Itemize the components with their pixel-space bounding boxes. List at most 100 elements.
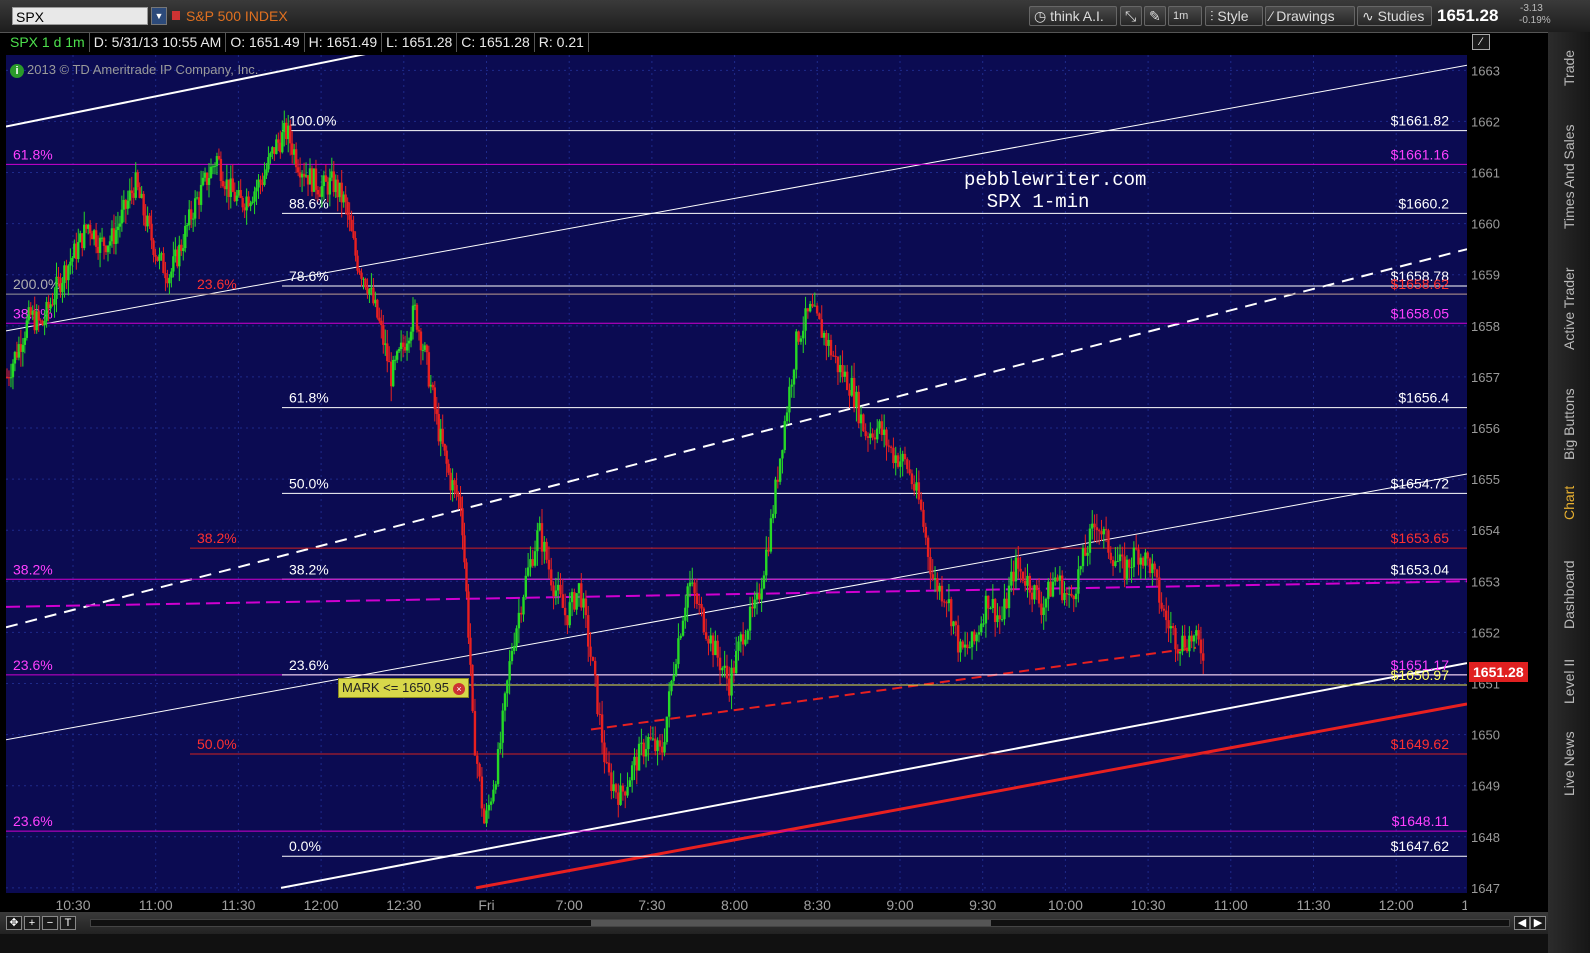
y-tick-label: 1659 xyxy=(1471,268,1500,283)
candle-body xyxy=(126,200,130,209)
zoom-out-icon[interactable]: − xyxy=(42,916,58,930)
candle-body xyxy=(21,344,25,352)
x-tick-label: 10:00 xyxy=(1048,897,1083,913)
candle-body xyxy=(943,601,946,603)
candle-body xyxy=(862,414,865,432)
candle-body xyxy=(57,276,60,279)
candle-body xyxy=(982,623,985,625)
style-label: Style xyxy=(1217,8,1249,24)
plot-background xyxy=(6,55,1467,893)
tab-active-trader[interactable]: Active Trader xyxy=(1558,254,1580,364)
x-tick-label: 9:00 xyxy=(886,897,913,913)
candle-body xyxy=(487,804,491,811)
text-tool-icon[interactable]: T xyxy=(60,916,76,930)
candle-body xyxy=(993,599,997,623)
candle-body xyxy=(871,433,874,438)
fib-price-label: $1653.04 xyxy=(1391,561,1450,577)
pan-icon[interactable]: ✥ xyxy=(6,916,22,930)
tab-big-buttons[interactable]: Big Buttons xyxy=(1558,374,1580,474)
candle-body xyxy=(510,650,514,662)
candle-body xyxy=(1123,556,1126,580)
style-button[interactable]: ⫶ Style xyxy=(1205,6,1263,26)
symbol-description: S&P 500 INDEX xyxy=(186,8,288,24)
candle-body xyxy=(529,559,532,568)
candle-body xyxy=(1010,571,1013,586)
info-date: D: 5/31/13 10:55 AM xyxy=(90,32,227,52)
info-icon[interactable]: i xyxy=(10,64,24,78)
candle-body xyxy=(563,607,567,616)
price-chart[interactable]: 100.0% $1661.82 61.8% $1661.16 88.6% $1660.2 7… xyxy=(6,55,1467,893)
candle-body xyxy=(249,202,252,207)
candle-body xyxy=(102,237,106,246)
interval-button[interactable]: 1m xyxy=(1168,6,1202,26)
mark-alert-label: MARK <= 1650.95 xyxy=(342,680,449,695)
tab-dashboard[interactable]: Dashboard xyxy=(1558,552,1580,637)
time-scrollbar[interactable] xyxy=(90,919,1510,927)
y-tick-label: 1648 xyxy=(1471,830,1500,845)
candle-body xyxy=(864,431,867,437)
candle-body xyxy=(108,241,112,246)
axis-settings-icon[interactable]: ⁄ xyxy=(1472,34,1490,50)
y-tick-label: 1647 xyxy=(1471,881,1500,893)
candle-body xyxy=(677,638,680,665)
mark-alert-tag[interactable]: MARK <= 1650.95 × xyxy=(338,678,469,698)
candle-body xyxy=(561,594,564,608)
candle-body xyxy=(209,166,213,178)
x-tick-label: 8:00 xyxy=(721,897,748,913)
think-ai-label: think A.I. xyxy=(1050,8,1104,24)
candle-body xyxy=(566,615,569,626)
symbol-dropdown-icon[interactable]: ▼ xyxy=(151,7,167,25)
candle-body xyxy=(1144,552,1147,566)
candle-body xyxy=(241,197,244,208)
candle-body xyxy=(344,194,347,202)
zoom-in-icon[interactable]: + xyxy=(24,916,40,930)
candle-body xyxy=(55,276,58,299)
candle-body xyxy=(476,755,479,764)
drawings-button[interactable]: ∕ Drawings xyxy=(1265,6,1355,26)
scroll-left-icon[interactable]: ◀ xyxy=(1514,916,1530,930)
candle-body xyxy=(1190,635,1193,642)
candle-body xyxy=(231,178,234,192)
symbol-input[interactable]: SPX xyxy=(12,7,148,25)
watermark-line1: pebblewriter.com xyxy=(964,169,1147,191)
candle-body xyxy=(695,593,699,604)
tab-times-and-sales[interactable]: Times And Sales xyxy=(1558,112,1580,242)
candle-body xyxy=(417,329,421,332)
tab-live-news[interactable]: Live News xyxy=(1558,724,1580,804)
candle-body xyxy=(785,412,789,422)
candle-body xyxy=(621,785,625,792)
candle-body xyxy=(255,187,258,192)
candle-body xyxy=(822,332,826,338)
crosshair-tool-icon[interactable]: ⤡ xyxy=(1120,6,1142,26)
candle-body xyxy=(360,272,363,279)
candle-body xyxy=(760,588,763,600)
candle-body xyxy=(580,583,583,608)
info-range: R: 0.21 xyxy=(535,32,589,52)
candle-body xyxy=(933,578,937,580)
candle-body xyxy=(67,265,70,281)
candle-body xyxy=(735,650,738,674)
candle-body xyxy=(494,784,497,790)
candle-body xyxy=(730,667,733,696)
candle-body xyxy=(987,595,990,609)
studies-button[interactable]: ∿ Studies xyxy=(1357,6,1432,26)
think-ai-button[interactable]: ◷ think A.I. xyxy=(1029,6,1117,26)
candle-body xyxy=(600,714,604,743)
watermark: pebblewriter.com SPX 1-min xyxy=(964,169,1146,213)
candle-body xyxy=(739,634,743,642)
scroll-thumb[interactable] xyxy=(591,920,991,926)
close-icon[interactable]: × xyxy=(452,683,465,695)
candle-body xyxy=(172,256,175,272)
tab-level-ii[interactable]: Level II xyxy=(1558,650,1580,712)
tab-trade[interactable]: Trade xyxy=(1558,38,1580,98)
tab-chart[interactable]: Chart xyxy=(1558,478,1580,528)
candle-body xyxy=(443,443,446,451)
candle-body xyxy=(1079,566,1082,570)
scroll-right-icon[interactable]: ▶ xyxy=(1530,916,1546,930)
candle-body xyxy=(732,667,736,674)
candle-body xyxy=(651,738,655,740)
candle-body xyxy=(501,710,504,743)
info-close: C: 1651.28 xyxy=(457,32,535,52)
candle-body xyxy=(644,749,648,757)
wrench-icon[interactable]: ✎ xyxy=(1144,6,1166,26)
